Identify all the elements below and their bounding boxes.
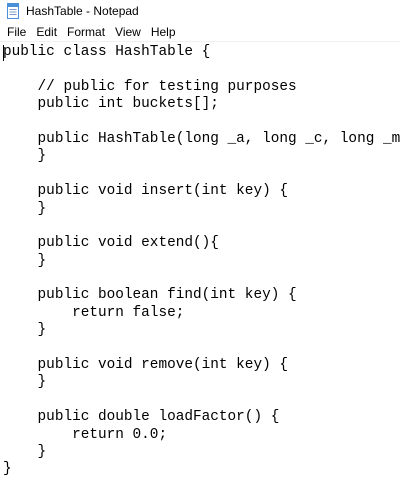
code-line: return false;: [3, 304, 185, 321]
code-line: public void remove(int key) {: [3, 357, 288, 374]
code-line: }: [3, 148, 47, 165]
code-line: }: [3, 322, 47, 339]
menu-view[interactable]: View: [110, 22, 146, 42]
code-line: }: [3, 252, 47, 269]
title-bar[interactable]: HashTable - Notepad: [0, 0, 400, 22]
notepad-icon: [6, 3, 20, 19]
code-line: }: [3, 461, 12, 478]
code-line: }: [3, 443, 47, 460]
code-line: // public for testing purposes: [3, 78, 297, 95]
code-line: public boolean find(int key) {: [3, 287, 297, 304]
code-line: }: [3, 200, 47, 217]
code-line: public class HashTable {: [3, 44, 400, 61]
code-line: }: [3, 374, 47, 391]
code-line: return 0.0;: [3, 426, 168, 443]
code-line: public HashTable(long _a, long _c, long …: [3, 130, 400, 147]
menu-file[interactable]: File: [2, 22, 31, 42]
text-editor-area[interactable]: public class HashTable { // public for t…: [0, 42, 400, 504]
code-line-text: public class HashTable {: [3, 44, 211, 60]
text-caret: [3, 45, 4, 61]
notepad-window: HashTable - Notepad File Edit Format Vie…: [0, 0, 400, 504]
menu-format[interactable]: Format: [62, 22, 110, 42]
code-line: public double loadFactor() {: [3, 409, 280, 426]
menu-help[interactable]: Help: [146, 22, 181, 42]
menu-edit[interactable]: Edit: [31, 22, 62, 42]
code-line: public int buckets[];: [3, 96, 219, 113]
code-line: public void extend(){: [3, 235, 219, 252]
menu-bar: File Edit Format View Help: [0, 22, 400, 42]
code-line: public void insert(int key) {: [3, 183, 288, 200]
window-title: HashTable - Notepad: [26, 4, 139, 18]
